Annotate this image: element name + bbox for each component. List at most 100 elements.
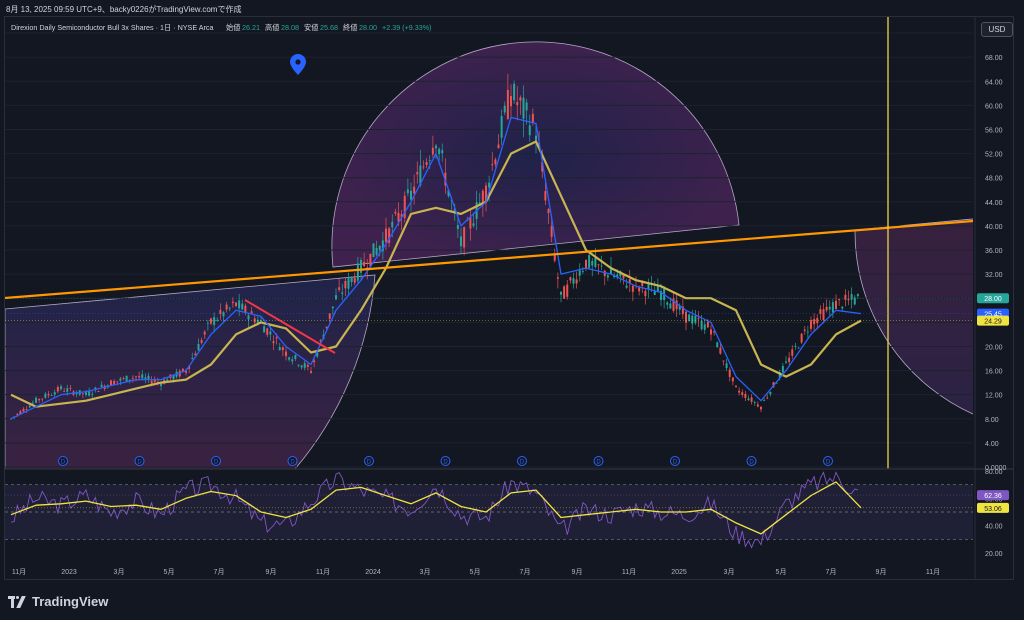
candle-body	[841, 306, 844, 309]
candle-body	[200, 340, 203, 343]
candle-body	[491, 164, 494, 166]
candle-body	[600, 265, 603, 267]
candle-body	[116, 381, 119, 383]
candle-body	[213, 317, 216, 325]
dividend-marker-label: D	[749, 460, 754, 466]
candle-body	[25, 409, 28, 411]
candle-body	[494, 159, 497, 165]
dividend-marker-label: D	[137, 460, 142, 466]
candle-body	[206, 322, 209, 324]
candle-body	[760, 406, 762, 410]
time-tick-label: 2023	[61, 569, 77, 576]
candle-body	[575, 279, 578, 284]
candle-body	[150, 380, 153, 384]
candle-body	[197, 343, 200, 351]
candle-body	[44, 393, 47, 398]
candle-body	[550, 226, 553, 237]
candle-body	[563, 286, 566, 299]
candle-body	[788, 357, 791, 362]
candle-body	[110, 380, 112, 386]
price-tick-label: 4.00	[985, 441, 999, 448]
candle-body	[341, 292, 344, 294]
candle-body	[794, 345, 797, 347]
candle-body	[294, 354, 297, 359]
candle-body	[744, 393, 747, 398]
currency-button[interactable]: USD	[981, 22, 1013, 37]
price-tick-label: 32.00	[985, 272, 1003, 279]
candle-body	[410, 190, 412, 200]
price-tick-label: 44.00	[985, 200, 1003, 207]
candle-body	[706, 321, 709, 328]
time-tick-label: 7月	[520, 568, 531, 576]
candle-body	[463, 227, 466, 248]
snapshot-text: 8月 13, 2025 09:59 UTC+9、backy0226がTradin…	[6, 5, 242, 14]
footer: TradingView	[0, 580, 1024, 620]
candle-body	[819, 309, 822, 314]
dividend-marker-label: D	[673, 460, 678, 466]
time-tick-label: 3月	[724, 568, 735, 576]
candle-body	[472, 223, 475, 226]
tradingview-logo-text: TradingView	[32, 594, 109, 609]
candle-body	[791, 349, 794, 356]
legend-open-label: 始値	[226, 23, 240, 32]
time-tick-label: 7月	[214, 568, 225, 576]
price-chart[interactable]: DDDDDDDDDDD 0.00004.008.0012.0016.0020.0…	[4, 17, 1013, 579]
candle-body	[372, 243, 375, 257]
candle-body	[210, 318, 212, 324]
candle-body	[685, 311, 687, 323]
candle-body	[766, 397, 769, 399]
candle-body	[413, 186, 416, 194]
candle-body	[700, 320, 703, 330]
time-tick-label: 11月	[316, 568, 330, 576]
candle-body	[331, 306, 334, 309]
candle-body	[544, 191, 547, 201]
candle-body	[719, 347, 722, 354]
legend-close-label: 終値	[343, 23, 357, 32]
candle-body	[519, 97, 522, 101]
price-label: 28.00	[984, 296, 1002, 303]
candle-body	[88, 391, 91, 396]
candle-body	[666, 302, 669, 305]
candle-body	[578, 270, 581, 276]
candle-body	[231, 301, 234, 304]
candle-body	[303, 363, 306, 368]
candle-body	[266, 328, 269, 335]
chart-container[interactable]: DDDDDDDDDDD 0.0000 4.00 8.00 12.00 16.00 20.0…	[4, 16, 1014, 580]
candle-body	[38, 398, 41, 401]
candle-body	[131, 377, 134, 379]
candle-body	[838, 299, 841, 301]
candle-body	[310, 370, 312, 373]
candle-body	[506, 90, 509, 119]
rsi-pane	[5, 471, 973, 549]
candle-body	[363, 261, 366, 267]
candle-body	[585, 259, 587, 269]
candle-body	[60, 386, 62, 390]
candle-body	[438, 148, 441, 155]
candle-body	[406, 189, 409, 194]
time-tick-label: 5月	[776, 568, 787, 576]
candle-body	[160, 383, 162, 387]
candle-body	[344, 280, 347, 289]
candle-body	[63, 391, 66, 392]
location-pin-icon[interactable]	[290, 54, 306, 75]
candle-body	[816, 318, 819, 324]
price-tick-label: 36.00	[985, 248, 1003, 255]
candle-body	[285, 351, 287, 357]
candle-body	[141, 374, 144, 379]
tradingview-logo[interactable]: TradingView	[8, 594, 108, 609]
candle-body	[810, 320, 812, 329]
candle-body	[297, 364, 300, 366]
candle-body	[638, 287, 641, 292]
snapshot-header: 8月 13, 2025 09:59 UTC+9、backy0226がTradin…	[0, 0, 1024, 16]
candle-body	[588, 255, 591, 268]
candle-body	[278, 347, 281, 351]
candle-body	[703, 324, 706, 330]
legend-ohlc: 始値 26.21 高値 28.08 安値 25.68 終値 28.00 +2.3…	[226, 23, 432, 32]
price-tick-label: 48.00	[985, 176, 1003, 183]
candle-body	[144, 377, 147, 379]
candle-body	[735, 385, 737, 387]
candle-body	[47, 394, 50, 396]
candle-body	[763, 400, 766, 402]
candle-body	[828, 306, 831, 310]
candle-body	[50, 395, 53, 396]
